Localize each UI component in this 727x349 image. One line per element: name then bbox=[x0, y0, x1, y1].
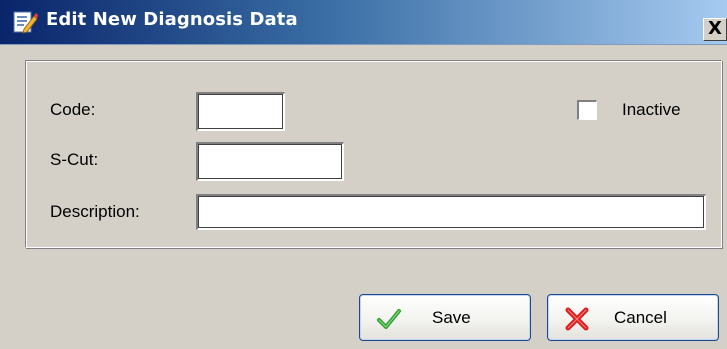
close-button[interactable]: X bbox=[703, 18, 727, 41]
save-button[interactable]: Save bbox=[359, 294, 531, 341]
scut-label: S-Cut: bbox=[50, 150, 99, 169]
description-label: Description: bbox=[50, 202, 140, 221]
window-title: Edit New Diagnosis Data bbox=[46, 9, 298, 30]
save-label: Save bbox=[432, 308, 471, 327]
cancel-button[interactable]: Cancel bbox=[547, 294, 719, 341]
edit-diagnosis-dialog: Edit New Diagnosis Data X Code: Inactive… bbox=[0, 0, 727, 349]
scut-field[interactable] bbox=[196, 142, 344, 181]
code-field[interactable] bbox=[196, 92, 285, 131]
inactive-checkbox[interactable] bbox=[577, 100, 597, 120]
red-x-icon bbox=[565, 307, 589, 331]
inactive-label[interactable]: Inactive bbox=[622, 100, 681, 120]
cancel-label: Cancel bbox=[614, 308, 667, 327]
code-label: Code: bbox=[50, 100, 96, 119]
description-field[interactable] bbox=[196, 194, 706, 230]
close-icon: X bbox=[708, 18, 722, 39]
edit-document-icon bbox=[13, 11, 38, 34]
checkmark-icon bbox=[377, 309, 401, 329]
title-bar[interactable]: Edit New Diagnosis Data X bbox=[0, 0, 727, 45]
